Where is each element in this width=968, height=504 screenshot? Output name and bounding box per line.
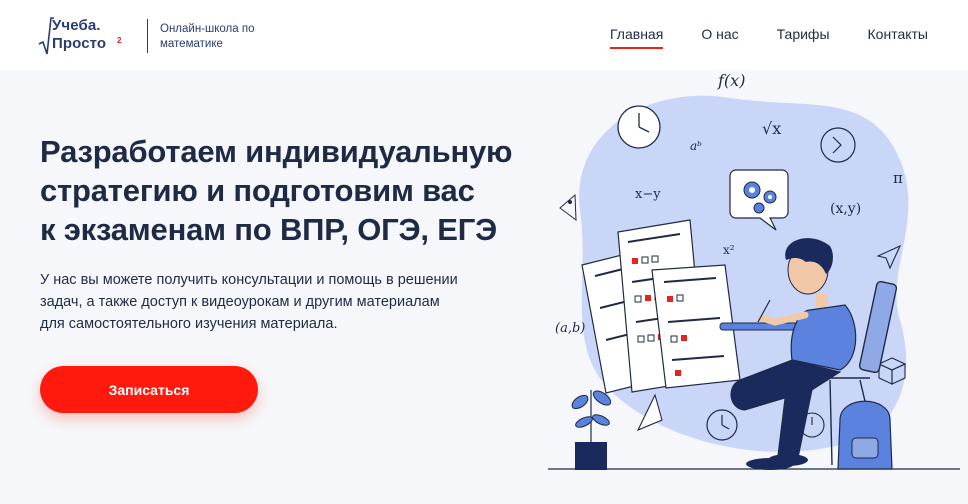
backpack: [837, 400, 893, 470]
logo-superscript: 2: [117, 36, 122, 45]
triangle-doodle: [559, 193, 577, 222]
doodle-pair: (x,y): [830, 201, 861, 217]
nav-item-contacts[interactable]: Контакты: [868, 26, 928, 48]
nav-item-about[interactable]: О нас: [701, 26, 738, 48]
hero-illustration: f(x) √x aᵇ x−y x² (x,y) π (a,b): [548, 71, 960, 470]
doodle-diff: x−y: [635, 187, 661, 202]
nav-item-pricing[interactable]: Тарифы: [777, 26, 830, 48]
doodle-ab: (a,b): [555, 321, 585, 336]
gear-icon: [753, 202, 765, 214]
logo-text-line2: Просто: [52, 35, 107, 52]
doodle-pi: π: [893, 169, 903, 187]
hero-title: Разработаем индивидуальную стратегию и п…: [40, 132, 560, 249]
doodle-square: x²: [723, 243, 735, 257]
nav-item-home[interactable]: Главная: [610, 26, 664, 49]
hero-title-line: Разработаем индивидуальную: [40, 134, 513, 169]
clock-icon: [617, 105, 661, 149]
hero-title-line: к экзаменам по ВПР, ОГЭ, ЕГЭ: [40, 212, 497, 247]
doodle-power: aᵇ: [690, 139, 702, 153]
hero-description-line: для самостоятельного изучения материала.: [40, 316, 338, 332]
hero-description-line: задач, а также доступ к видеоурокам и др…: [40, 294, 440, 310]
signup-button[interactable]: Записаться: [40, 366, 258, 413]
logo-subtitle: Онлайн-школа по математике: [160, 23, 255, 50]
logo[interactable]: Учеба. Просто 2 Онлайн-школа по математи…: [38, 16, 254, 56]
logo-divider: [147, 19, 148, 53]
potted-plant: [571, 390, 612, 470]
hero-title-line: стратегию и подготовим вас: [40, 173, 475, 208]
doodle-fx: f(x): [717, 71, 745, 90]
hero-description-line: У нас вы можете получить консультации и …: [40, 272, 458, 288]
logo-mark: Учеба. Просто 2: [38, 16, 138, 56]
doodle-sqrt: √x: [762, 119, 781, 138]
circle-doodle: [568, 200, 572, 204]
hero-description: У нас вы можете получить консультации и …: [40, 269, 510, 335]
desk: [719, 322, 803, 331]
main-nav: Главная О нас Тарифы Контакты: [610, 26, 928, 49]
logo-text-line1: Учеба.: [52, 17, 101, 34]
